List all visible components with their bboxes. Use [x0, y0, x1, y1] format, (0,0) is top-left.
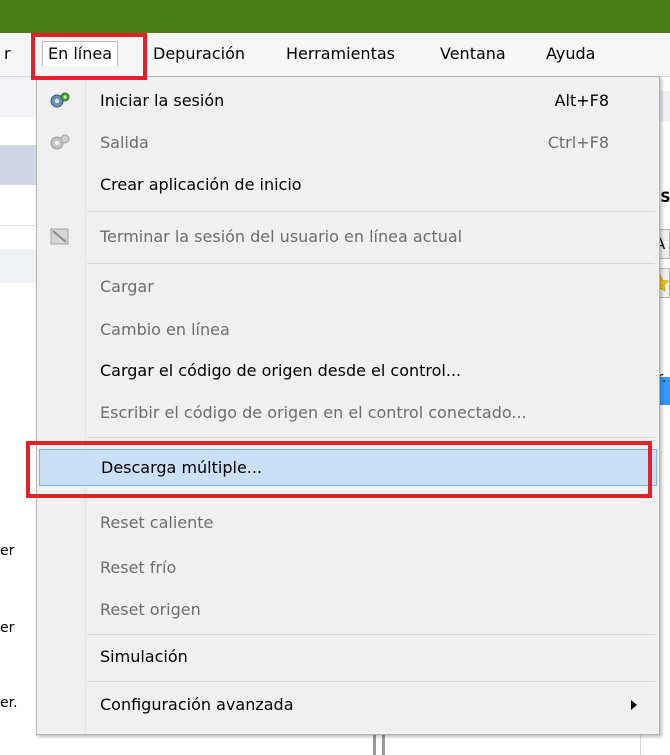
menu-item-escribir-codigo-origen[interactable]: Escribir el código de origen en el contr…: [37, 396, 659, 430]
menu-separator: [87, 497, 655, 498]
menu-separator: [87, 437, 655, 438]
panel-row: [0, 185, 36, 226]
menu-item-descarga-multiple[interactable]: Descarga múltiple...: [39, 449, 657, 486]
menubar-item-herramientas[interactable]: Herramientas: [280, 42, 401, 66]
menu-item-label: Cargar el código de origen desde el cont…: [100, 361, 462, 380]
menu-bar: r En línea Depuración Herramientas Venta…: [0, 33, 670, 77]
menu-item-label: Simulación: [100, 647, 188, 666]
menu-item-reset-frio[interactable]: Reset frío: [37, 551, 659, 585]
connect-gear-icon: [50, 92, 70, 108]
menubar-item-depuracion[interactable]: Depuración: [147, 42, 251, 66]
menu-item-shortcut: Ctrl+F8: [547, 133, 609, 152]
menubar-item-partial[interactable]: r: [0, 42, 17, 66]
menu-item-simulacion[interactable]: Simulación: [37, 640, 659, 674]
splitter-handle[interactable]: [371, 735, 389, 755]
menu-item-label: Reset frío: [100, 558, 177, 577]
menu-item-label: Cargar: [100, 277, 154, 296]
terminate-session-icon: [50, 228, 69, 245]
background-text: er.: [0, 695, 18, 711]
menu-item-label: Escribir el código de origen en el contr…: [100, 403, 527, 422]
menu-item-label: Iniciar la sesión: [100, 91, 225, 110]
menu-separator: [87, 211, 655, 212]
menu-item-label: Reset caliente: [100, 513, 214, 532]
en-linea-dropdown-menu: Iniciar la sesión Alt+F8 Salida Ctrl+F8 …: [36, 76, 660, 735]
menu-item-cargar-codigo-origen[interactable]: Cargar el código de origen desde el cont…: [37, 354, 659, 388]
menu-item-label: Configuración avanzada: [100, 695, 294, 714]
toolbar-strip: [0, 77, 36, 117]
menu-item-cambio-en-linea[interactable]: Cambio en línea: [37, 313, 659, 347]
submenu-arrow-icon: [631, 700, 637, 710]
menu-item-reset-origen[interactable]: Reset origen: [37, 593, 659, 627]
background-text: er: [0, 620, 15, 636]
panel-header: [0, 145, 36, 185]
menu-separator: [87, 263, 655, 264]
background-text: er: [0, 543, 15, 559]
menu-separator: [87, 681, 655, 682]
menu-item-label: Descarga múltiple...: [101, 458, 263, 477]
disconnect-gear-icon: [50, 134, 70, 150]
background-left-panel: [0, 77, 36, 755]
menu-item-terminar-sesion[interactable]: Terminar la sesión del usuario en línea …: [37, 220, 659, 254]
menubar-item-ventana[interactable]: Ventana: [434, 42, 512, 66]
menu-item-label: Terminar la sesión del usuario en línea …: [100, 227, 463, 246]
menu-item-label: Crear aplicación de inicio: [100, 175, 302, 194]
menu-item-iniciar-sesion[interactable]: Iniciar la sesión Alt+F8: [37, 84, 659, 118]
menubar-item-ayuda[interactable]: Ayuda: [540, 42, 601, 66]
menu-item-cargar[interactable]: Cargar: [37, 270, 659, 304]
menu-item-salida[interactable]: Salida Ctrl+F8: [37, 126, 659, 160]
menu-separator: [87, 634, 655, 635]
panel-row-shaded: [0, 249, 36, 283]
menu-item-label: Cambio en línea: [100, 320, 230, 339]
window-titlebar: [0, 0, 670, 33]
menubar-item-en-linea[interactable]: En línea: [42, 41, 119, 66]
menu-item-crear-aplicacion[interactable]: Crear aplicación de inicio: [37, 168, 659, 202]
menu-item-label: Salida: [100, 133, 149, 152]
menu-item-reset-caliente[interactable]: Reset caliente: [37, 506, 659, 540]
menu-item-label: Reset origen: [100, 600, 201, 619]
menu-item-shortcut: Alt+F8: [554, 91, 609, 110]
menu-item-configuracion-avanzada[interactable]: Configuración avanzada: [37, 688, 659, 722]
